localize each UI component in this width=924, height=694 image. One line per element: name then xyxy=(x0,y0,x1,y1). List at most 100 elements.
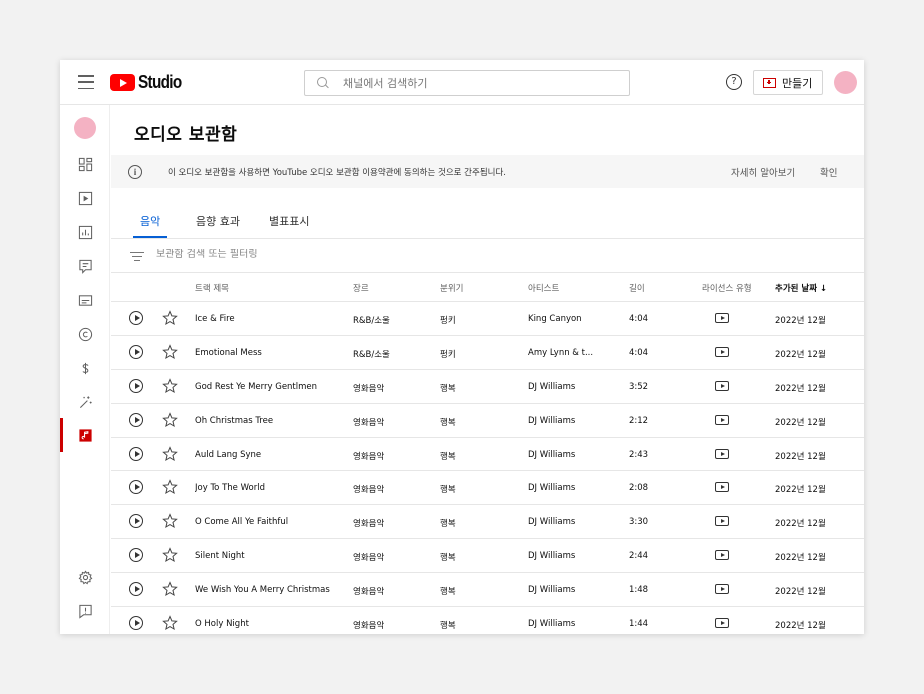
play-icon[interactable] xyxy=(129,378,143,393)
star-icon[interactable] xyxy=(162,615,178,631)
play-icon[interactable] xyxy=(129,311,143,325)
track-length: 1:48 xyxy=(629,585,649,596)
track-artist[interactable]: DJ Williams xyxy=(528,450,623,460)
track-artist[interactable]: DJ Williams xyxy=(528,416,623,426)
youtube-license-icon xyxy=(715,516,729,527)
track-mood: 펑키 xyxy=(440,316,456,326)
column-title[interactable]: 트랙 제목 xyxy=(195,282,229,294)
play-icon[interactable] xyxy=(129,446,143,461)
subtitles-icon[interactable] xyxy=(77,292,93,308)
play-icon[interactable] xyxy=(129,344,143,359)
table-row[interactable]: Oh Christmas Tree 영화음악 행복 DJ Williams 2:12 20… xyxy=(111,404,864,438)
table-row[interactable]: Joy To The World 영화음악 행복 DJ Williams 2:08 202… xyxy=(111,471,864,506)
account-avatar[interactable] xyxy=(834,71,857,94)
tab-sound-effects[interactable]: 음향 효과 xyxy=(196,213,240,239)
comments-icon[interactable] xyxy=(77,258,93,274)
star-icon[interactable] xyxy=(162,378,178,394)
track-length: 2:12 xyxy=(629,415,649,426)
star-icon[interactable] xyxy=(162,547,178,563)
youtube-play-icon xyxy=(110,74,135,91)
track-added-date: 2022년 12월 xyxy=(775,417,826,428)
table-row[interactable]: O Holy Night 영화음악 행복 DJ Williams 1:44 2022년 1… xyxy=(111,607,864,634)
table-row[interactable]: We Wish You A Merry Christmas 영화음악 행복 DJ Wi… xyxy=(111,573,864,608)
column-artist[interactable]: 아티스트 xyxy=(528,282,559,294)
column-length[interactable]: 길이 xyxy=(629,282,645,294)
track-artist[interactable]: King Canyon xyxy=(528,314,623,324)
table-row[interactable]: Auld Lang Syne 영화음악 행복 DJ Williams 2:43 2022년… xyxy=(111,438,864,472)
track-added-date: 2022년 12월 xyxy=(775,451,826,462)
star-icon[interactable] xyxy=(162,513,178,529)
column-added[interactable]: 추가된 날짜 ↓ xyxy=(775,282,827,294)
track-title: Emotional Mess xyxy=(195,347,262,358)
play-icon[interactable] xyxy=(129,514,143,529)
track-length: 2:44 xyxy=(629,551,649,562)
track-artist[interactable]: DJ Williams xyxy=(528,517,623,527)
play-icon[interactable] xyxy=(129,548,143,563)
star-icon[interactable] xyxy=(162,445,178,462)
track-artist[interactable]: DJ Williams xyxy=(528,483,623,493)
content-icon[interactable] xyxy=(77,190,93,206)
learn-more-link[interactable]: 자세히 알아보기 xyxy=(731,165,795,179)
track-mood: 행복 xyxy=(440,587,456,598)
play-icon[interactable] xyxy=(129,616,143,631)
table-row[interactable]: Emotional Mess R&B/소울 펑키 Amy Lynn & t... 4:0… xyxy=(111,336,864,370)
track-artist[interactable]: Amy Lynn & t... xyxy=(528,348,623,358)
track-title: Joy To The World xyxy=(195,483,265,494)
youtube-license-icon xyxy=(715,618,729,629)
track-artist[interactable]: DJ Williams xyxy=(528,382,623,392)
filter-icon[interactable] xyxy=(130,252,144,262)
table-row[interactable]: Silent Night 영화음악 행복 DJ Williams 2:44 2022년 1… xyxy=(111,539,864,574)
play-icon[interactable] xyxy=(129,582,143,597)
track-genre: 영화음악 xyxy=(353,451,385,462)
menu-icon[interactable] xyxy=(78,75,94,89)
track-added-date: 2022년 12월 xyxy=(775,349,826,360)
track-artist[interactable]: DJ Williams xyxy=(528,585,623,595)
dashboard-icon[interactable] xyxy=(77,156,93,172)
channel-avatar[interactable] xyxy=(74,117,96,139)
help-icon[interactable]: ? xyxy=(726,74,742,90)
track-mood: 행복 xyxy=(440,451,456,462)
feedback-icon[interactable] xyxy=(77,603,93,619)
customization-icon[interactable] xyxy=(77,394,93,410)
table-header: 트랙 제목 장르 분위기 아티스트 길이 라이선스 유형 추가된 날짜 ↓ xyxy=(111,273,864,302)
play-icon[interactable] xyxy=(129,480,143,495)
track-title: Ice & Fire xyxy=(195,314,235,324)
track-artist[interactable]: DJ Williams xyxy=(528,619,623,629)
filter-input[interactable] xyxy=(156,249,456,260)
track-title: O Holy Night xyxy=(195,619,249,630)
track-length: 3:30 xyxy=(629,517,649,528)
search-input[interactable] xyxy=(343,76,603,90)
channel-search[interactable] xyxy=(304,70,630,96)
track-added-date: 2022년 12월 xyxy=(775,316,826,326)
star-icon[interactable] xyxy=(162,581,178,597)
track-artist[interactable]: DJ Williams xyxy=(528,551,623,561)
column-mood[interactable]: 분위기 xyxy=(440,282,463,294)
table-row[interactable]: Ice & Fire R&B/소울 펑키 King Canyon 4:04 2022년 1… xyxy=(111,302,864,336)
studio-logo[interactable]: Studio xyxy=(110,72,189,93)
youtube-license-icon xyxy=(715,414,729,425)
track-length: 3:52 xyxy=(629,381,649,392)
track-genre: 영화음악 xyxy=(353,485,385,496)
star-icon[interactable] xyxy=(162,411,178,428)
track-mood: 행복 xyxy=(440,519,456,530)
analytics-icon[interactable] xyxy=(77,224,93,240)
earn-icon[interactable] xyxy=(77,360,93,376)
track-mood: 행복 xyxy=(440,485,456,496)
column-license[interactable]: 라이선스 유형 xyxy=(702,282,752,294)
create-button[interactable]: 만들기 xyxy=(753,70,823,95)
track-title: Auld Lang Syne xyxy=(195,449,262,460)
table-row[interactable]: God Rest Ye Merry Gentlmen 영화음악 행복 DJ Willi… xyxy=(111,370,864,404)
create-label: 만들기 xyxy=(782,76,813,90)
copyright-icon[interactable] xyxy=(77,326,93,342)
track-list: Ice & Fire R&B/소울 펑키 King Canyon 4:04 2022년 1… xyxy=(111,302,864,634)
star-icon[interactable] xyxy=(162,479,178,495)
tab-starred[interactable]: 별표표시 xyxy=(269,213,309,239)
table-row[interactable]: O Come All Ye Faithful 영화음악 행복 DJ Williams 3… xyxy=(111,505,864,540)
column-genre[interactable]: 장르 xyxy=(353,282,369,294)
star-icon[interactable] xyxy=(162,344,178,360)
settings-icon[interactable] xyxy=(77,569,93,585)
star-icon[interactable] xyxy=(162,310,178,326)
audio-library-icon[interactable] xyxy=(77,427,93,443)
play-icon[interactable] xyxy=(129,412,143,427)
confirm-button[interactable]: 확인 xyxy=(820,165,837,179)
